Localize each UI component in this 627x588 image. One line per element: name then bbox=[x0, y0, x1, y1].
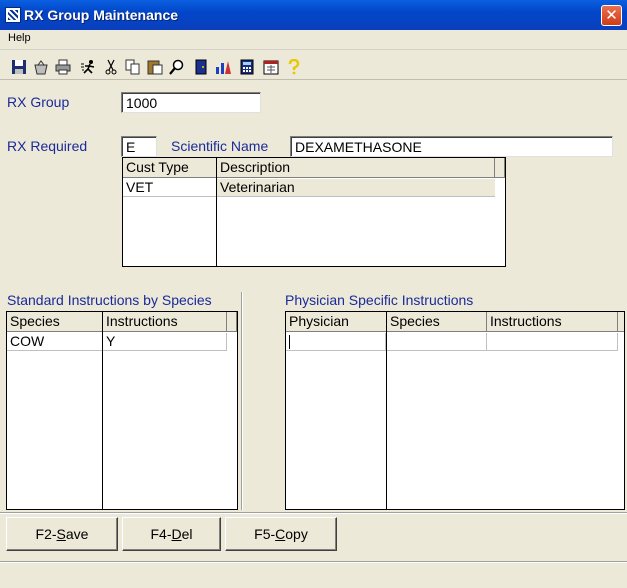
exit-toolbar-button[interactable] bbox=[190, 55, 212, 79]
save-mnemonic: S bbox=[56, 526, 66, 542]
copy-toolbar-button[interactable] bbox=[122, 55, 144, 79]
rx-group-input[interactable]: 1000 bbox=[121, 92, 261, 113]
table-cell-description[interactable]: Veterinarian bbox=[217, 179, 495, 197]
column-divider bbox=[216, 158, 217, 266]
chart-toolbar-button[interactable] bbox=[212, 55, 234, 79]
save-icon bbox=[12, 60, 26, 74]
find-toolbar-button[interactable] bbox=[166, 55, 188, 79]
column-header-species[interactable]: Species bbox=[7, 312, 103, 332]
column-header-spacer bbox=[227, 312, 237, 332]
calendar-toolbar-button[interactable] bbox=[260, 55, 282, 79]
paste-toolbar-button[interactable] bbox=[144, 55, 166, 79]
column-header-description[interactable]: Description bbox=[217, 158, 495, 178]
print-icon bbox=[55, 59, 71, 75]
physician-grid[interactable]: Physician Species Instructions bbox=[285, 311, 625, 510]
chart-icon bbox=[216, 61, 231, 74]
rx-group-label: RX Group bbox=[7, 94, 70, 110]
column-header-physician[interactable]: Physician bbox=[286, 312, 387, 332]
close-button[interactable]: ✕ bbox=[601, 5, 622, 26]
delete-key-label: F4- bbox=[150, 526, 172, 542]
close-icon: ✕ bbox=[605, 6, 618, 24]
delete-mnemonic: D bbox=[171, 526, 182, 542]
help-icon bbox=[288, 59, 300, 75]
help-toolbar-button[interactable] bbox=[283, 55, 305, 79]
save-label-rest: ave bbox=[65, 526, 89, 542]
save-toolbar-button[interactable] bbox=[8, 55, 30, 79]
column-header-species[interactable]: Species bbox=[387, 312, 487, 332]
basket-icon bbox=[34, 60, 48, 75]
copy-mnemonic: C bbox=[275, 526, 286, 542]
table-cell-instructions[interactable]: Y bbox=[103, 333, 227, 351]
basket-toolbar-button[interactable] bbox=[30, 55, 52, 79]
run-toolbar-button[interactable] bbox=[78, 55, 100, 79]
delete-button[interactable]: F4-Del bbox=[122, 517, 221, 551]
button-bar-divider bbox=[0, 512, 627, 514]
table-cell-physician[interactable] bbox=[286, 333, 386, 351]
run-icon bbox=[81, 60, 95, 74]
physician-section-title: Physician Specific Instructions bbox=[285, 292, 474, 308]
cut-icon bbox=[105, 59, 117, 75]
copy-label-rest: opy bbox=[285, 526, 308, 542]
paste-icon bbox=[147, 60, 163, 75]
table-cell-instructions[interactable] bbox=[487, 333, 618, 351]
calculator-icon bbox=[240, 59, 254, 75]
copy-key-label: F5- bbox=[254, 526, 276, 542]
table-cell-species[interactable]: COW bbox=[7, 333, 102, 351]
find-icon bbox=[169, 59, 184, 75]
window-title: RX Group Maintenance bbox=[24, 7, 179, 23]
rx-required-input[interactable]: E bbox=[121, 136, 157, 157]
table-cell-species[interactable] bbox=[387, 333, 487, 351]
save-button[interactable]: F2-Save bbox=[6, 517, 118, 551]
status-bar-divider bbox=[0, 561, 627, 563]
copy-button[interactable]: F5-Copy bbox=[225, 517, 337, 551]
text-cursor bbox=[289, 335, 290, 349]
table-cell-cust-type[interactable]: VET bbox=[123, 179, 216, 197]
menu-help[interactable]: Help bbox=[8, 32, 31, 44]
copy-icon bbox=[125, 59, 140, 75]
column-header-instructions[interactable]: Instructions bbox=[103, 312, 227, 332]
print-toolbar-button[interactable] bbox=[52, 55, 74, 79]
species-grid[interactable]: Species Instructions COW Y bbox=[6, 311, 238, 510]
column-header-spacer bbox=[618, 312, 624, 332]
scientific-name-label: Scientific Name bbox=[171, 138, 269, 154]
species-section-title: Standard Instructions by Species bbox=[7, 292, 212, 308]
cut-toolbar-button[interactable] bbox=[100, 55, 122, 79]
rx-required-label: RX Required bbox=[7, 138, 88, 154]
column-header-instructions[interactable]: Instructions bbox=[487, 312, 618, 332]
scientific-name-input[interactable]: DEXAMETHASONE bbox=[290, 136, 613, 157]
calculator-toolbar-button[interactable] bbox=[236, 55, 258, 79]
delete-label-rest: el bbox=[181, 526, 193, 542]
column-header-cust-type[interactable]: Cust Type bbox=[123, 158, 217, 178]
save-key-label: F2- bbox=[35, 526, 57, 542]
column-header-spacer bbox=[495, 158, 505, 178]
app-icon bbox=[5, 7, 21, 23]
cust-type-grid[interactable]: Cust Type Description VET Veterinarian bbox=[122, 157, 506, 267]
menu-bar bbox=[0, 30, 627, 50]
section-divider bbox=[241, 292, 243, 510]
exit-door-icon bbox=[195, 59, 207, 75]
calendar-icon bbox=[263, 60, 279, 75]
